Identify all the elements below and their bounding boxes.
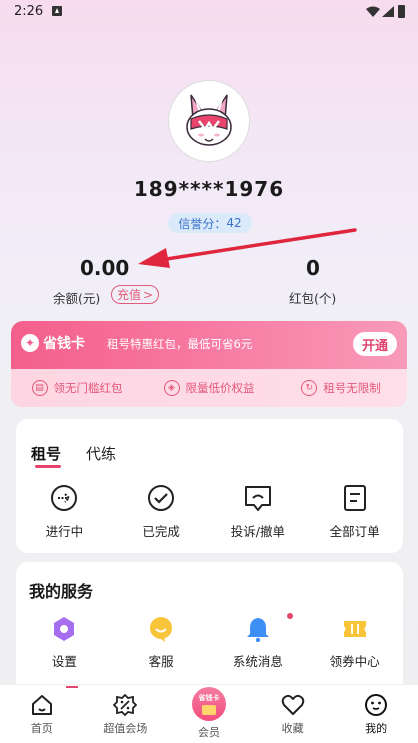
benefit-discount[interactable]: ◈ 限量低价权益 — [143, 380, 275, 396]
nav-vip[interactable]: 省钱卡 会员 — [167, 685, 251, 743]
order-label: 已完成 — [142, 524, 180, 539]
mascot-logo-icon — [186, 94, 232, 146]
services-title: 我的服务 — [29, 582, 94, 601]
savings-card-description: 租号特惠红包，最低可省6元 — [107, 337, 253, 351]
chat-icon — [150, 617, 173, 642]
recharge-button[interactable]: 充值 > — [111, 285, 159, 304]
benefit-coupon[interactable]: ▤ 领无门槛红包 — [11, 380, 143, 396]
nav-label: 超值会场 — [103, 722, 148, 735]
complaint-icon — [243, 483, 273, 513]
battery-icon — [398, 5, 405, 18]
service-label: 领券中心 — [329, 654, 380, 669]
nav-label: 收藏 — [281, 722, 304, 735]
service-label: 设置 — [51, 654, 77, 669]
service-system-messages[interactable]: 系统消息 — [210, 613, 307, 676]
savings-card-brand: ✦ 省钱卡 — [21, 333, 85, 353]
order-in-progress[interactable]: 进行中 — [16, 483, 113, 543]
scroll-indicator — [66, 686, 78, 688]
tab-rent[interactable]: 租号 — [31, 443, 61, 464]
benefit-unlimited[interactable]: ↻ 租号无限制 — [275, 380, 407, 396]
settings-icon — [54, 617, 75, 641]
vip-badge-icon: 省钱卡 — [191, 687, 226, 721]
tab-booster[interactable]: 代练 — [86, 443, 116, 464]
service-label: 客服 — [148, 654, 174, 669]
order-status-row: 进行中 已完成 投诉/撤单 全部订单 — [16, 483, 403, 543]
avatar[interactable] — [168, 80, 250, 162]
order-label: 进行中 — [45, 524, 84, 539]
sparkle-icon: ✦ — [21, 334, 39, 352]
nav-favorites[interactable]: 收藏 — [251, 685, 335, 743]
benefit-label: 租号无限制 — [323, 381, 381, 395]
unread-dot — [287, 613, 294, 619]
nav-deals[interactable]: 超值会场 — [84, 685, 168, 743]
chevron-right-icon: > — [142, 287, 154, 302]
annotation-arrow-icon — [138, 228, 357, 268]
nav-label: 首页 — [30, 722, 53, 735]
services-card: 我的服务 设置 客服 系统消息 领券中心 — [16, 562, 403, 692]
coupon-icon: ▤ — [31, 380, 48, 396]
open-savings-card-button[interactable]: 开通 — [353, 332, 397, 356]
order-complaint[interactable]: 投诉/撤单 — [210, 483, 307, 543]
benefit-label: 限量低价权益 — [185, 381, 255, 395]
wifi-icon — [366, 6, 380, 17]
services-row: 设置 客服 系统消息 领券中心 — [16, 613, 403, 676]
notification-icon — [52, 6, 62, 16]
nav-label: 会员 — [197, 726, 220, 739]
benefit-label: 领无门槛红包 — [53, 381, 123, 395]
order-label: 全部订单 — [329, 524, 380, 539]
vip-badge-text: 省钱卡 — [198, 694, 220, 702]
redpacket-label: 红包(个) — [289, 291, 337, 306]
balance-value[interactable]: 0.00 — [80, 256, 129, 280]
check-circle-icon — [146, 483, 176, 513]
heart-icon — [281, 694, 304, 715]
document-icon — [340, 483, 370, 513]
refresh-icon: ↻ — [301, 380, 318, 396]
tag-icon: ◈ — [163, 380, 180, 396]
order-completed[interactable]: 已完成 — [113, 483, 210, 543]
in-progress-icon — [49, 483, 79, 513]
bottom-nav: 首页 超值会场 省钱卡 会员 收藏 我的 — [0, 684, 418, 743]
home-icon — [31, 695, 52, 715]
active-tab-indicator — [35, 465, 61, 468]
balance-label: 余额(元) — [53, 291, 101, 306]
bell-icon — [246, 618, 269, 642]
service-settings[interactable]: 设置 — [16, 616, 113, 676]
service-label: 系统消息 — [232, 654, 283, 669]
signal-icon — [382, 6, 394, 17]
profile-face-icon — [365, 694, 388, 716]
ticket-icon — [343, 621, 366, 637]
order-label: 投诉/撤单 — [230, 524, 285, 539]
status-time: 2:26 — [14, 4, 44, 19]
nav-home[interactable]: 首页 — [0, 685, 84, 743]
nav-profile[interactable]: 我的 — [334, 685, 418, 743]
status-bar: 2:26 — [0, 0, 418, 24]
recharge-label: 充值 — [116, 288, 141, 302]
orders-card: 租号 代练 进行中 已完成 投诉/撤单 全部订单 — [16, 419, 403, 553]
user-phone: 189****1976 — [133, 177, 285, 201]
savings-card-banner[interactable]: ✦ 省钱卡 租号特惠红包，最低可省6元 开通 ▤ 领无门槛红包 ◈ 限量低价权益… — [11, 321, 407, 407]
savings-card-title: 省钱卡 — [43, 336, 85, 352]
discount-badge-icon — [113, 693, 138, 717]
service-customer-support[interactable]: 客服 — [113, 616, 210, 676]
savings-card-header: ✦ 省钱卡 租号特惠红包，最低可省6元 开通 — [11, 321, 407, 369]
service-coupon-center[interactable]: 领券中心 — [306, 616, 403, 676]
savings-card-benefits: ▤ 领无门槛红包 ◈ 限量低价权益 ↻ 租号无限制 — [11, 369, 407, 407]
nav-label: 我的 — [365, 722, 388, 735]
order-all[interactable]: 全部订单 — [306, 483, 403, 543]
